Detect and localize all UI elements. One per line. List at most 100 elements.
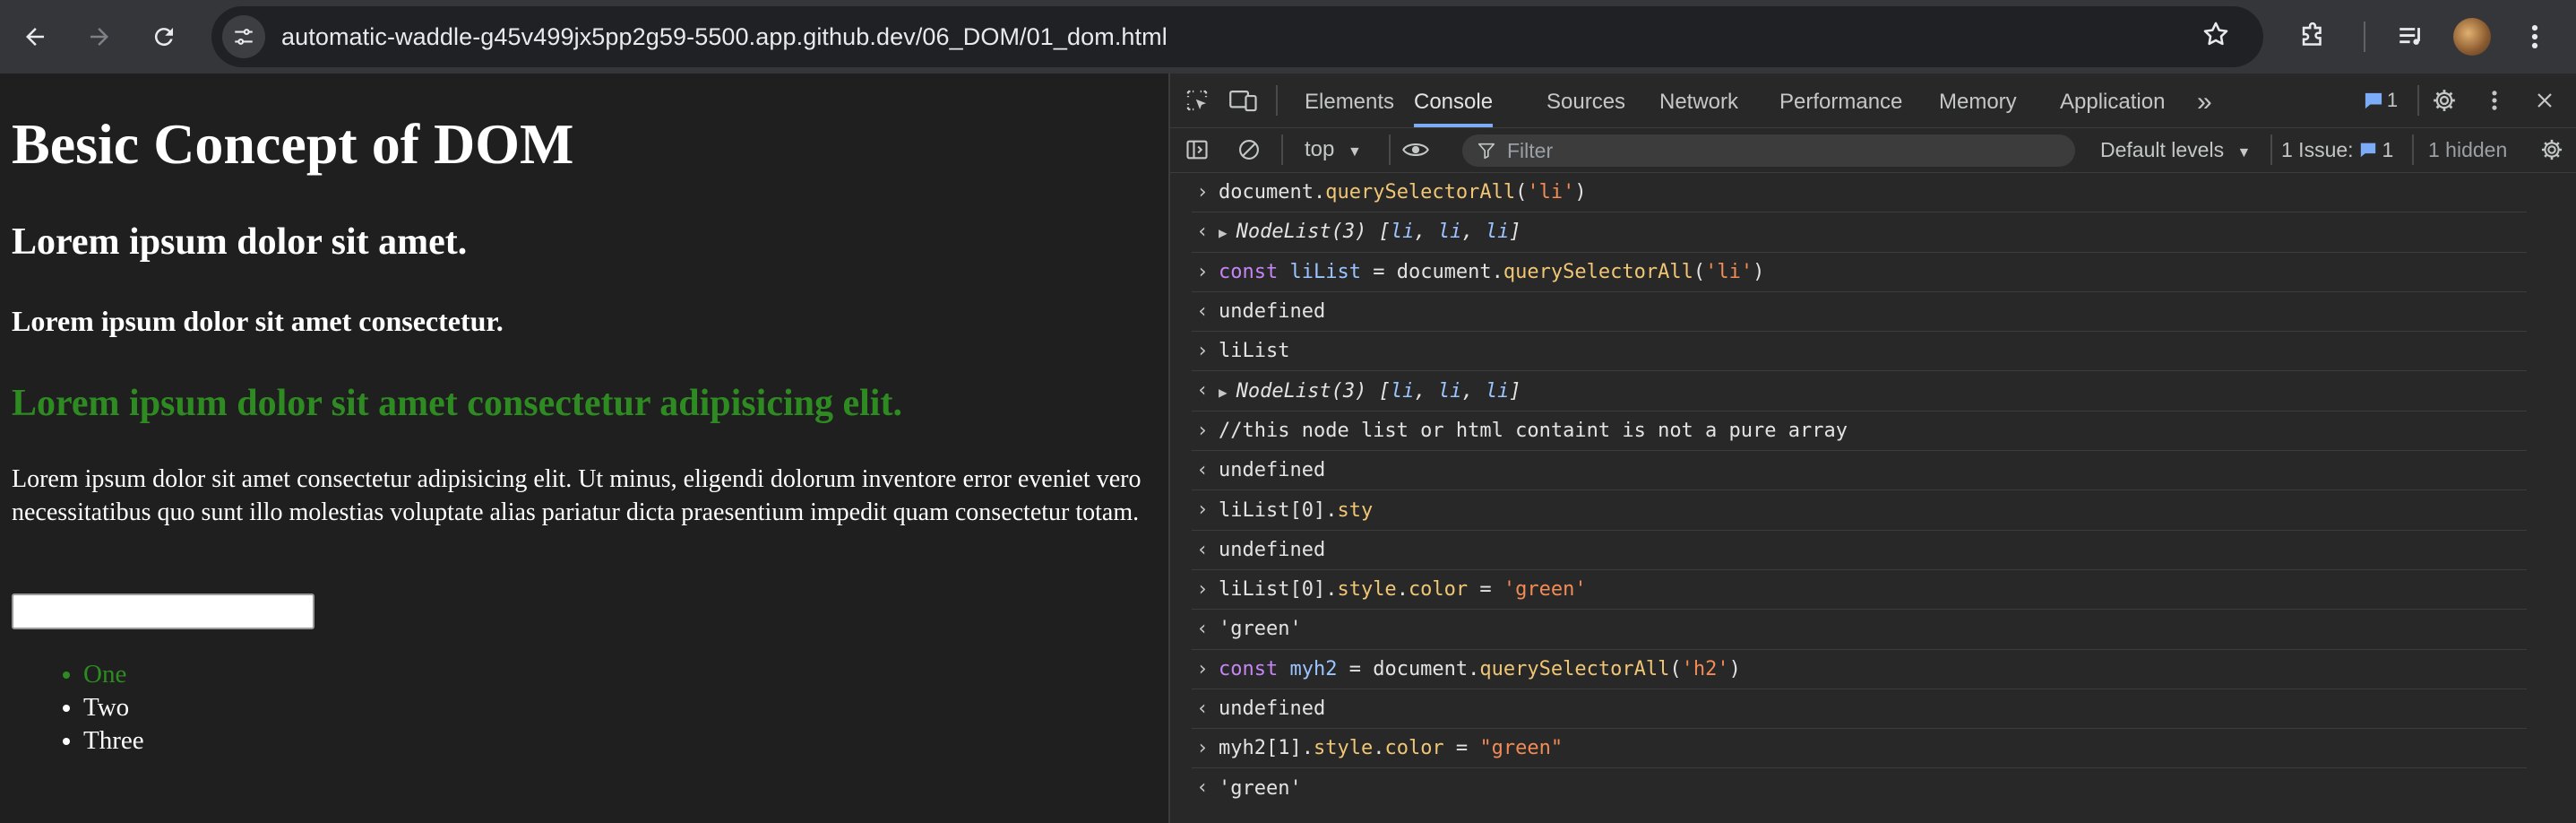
list-item: One bbox=[83, 658, 144, 691]
console-filter[interactable] bbox=[1462, 134, 2075, 167]
return-arrow-icon: ‹ bbox=[1196, 459, 1209, 482]
code-property: color bbox=[1408, 578, 1469, 602]
devtools-menu-icon[interactable] bbox=[2477, 82, 2512, 118]
subheading-2-green: Lorem ipsum dolor sit amet consectetur a… bbox=[12, 383, 902, 424]
undefined-result: undefined bbox=[1219, 459, 1326, 482]
expand-triangle-icon[interactable]: ▶ bbox=[1219, 224, 1228, 241]
chevron-right-icon: › bbox=[1196, 181, 1209, 204]
tab-memory[interactable]: Memory bbox=[1939, 74, 2017, 127]
return-arrow-icon: ‹ bbox=[1196, 618, 1209, 641]
console-input-row: › liList[0].style.color = 'green' bbox=[1192, 570, 2527, 611]
console-output-row: ‹ undefined bbox=[1192, 531, 2527, 570]
toolbar-divider bbox=[2364, 22, 2365, 52]
code-property: sty bbox=[1337, 498, 1374, 522]
clear-console-icon[interactable] bbox=[1231, 132, 1267, 168]
url-text[interactable]: automatic-waddle-g45v499jx5pp2g59-5500.a… bbox=[281, 23, 1167, 51]
console-output-row: ‹ ▶ NodeList(3) [li, li, li] bbox=[1192, 212, 2527, 253]
expand-triangle-icon[interactable]: ▶ bbox=[1219, 384, 1228, 401]
string-result: 'green' bbox=[1219, 618, 1302, 641]
tab-network[interactable]: Network bbox=[1659, 74, 1738, 127]
console-input-row: › liList bbox=[1192, 332, 2527, 372]
back-button[interactable] bbox=[9, 11, 61, 63]
filter-icon bbox=[1478, 143, 1495, 160]
tab-console[interactable]: Console bbox=[1414, 74, 1494, 127]
arrow-left-icon bbox=[26, 28, 44, 46]
nodelist-item: li bbox=[1390, 379, 1415, 403]
divider bbox=[2270, 134, 2272, 165]
messages-badge[interactable]: 1 bbox=[2358, 82, 2403, 118]
nodelist-item: li bbox=[1437, 221, 1462, 244]
log-levels-dropdown[interactable]: Default levels ▼ bbox=[2100, 127, 2251, 172]
site-info-button[interactable] bbox=[222, 15, 265, 58]
code-text: = document. bbox=[1337, 657, 1480, 680]
lorem-paragraph: Lorem ipsum dolor sit amet consectetur a… bbox=[12, 465, 1142, 526]
close-devtools-icon[interactable] bbox=[2527, 82, 2563, 118]
separator: , bbox=[1461, 379, 1486, 403]
nodelist-expandable[interactable]: ▶ NodeList(3) [li, li, li] bbox=[1219, 380, 1521, 403]
browser-menu-button[interactable] bbox=[2509, 11, 2561, 63]
separator: , bbox=[1461, 221, 1486, 244]
divider bbox=[1281, 134, 1283, 165]
nodelist-item: li bbox=[1390, 221, 1415, 244]
settings-gear-icon[interactable] bbox=[2426, 82, 2462, 118]
code-property: color bbox=[1384, 737, 1444, 760]
media-controls-button[interactable] bbox=[2385, 11, 2437, 63]
tune-icon bbox=[235, 29, 253, 45]
nodelist-end: ] bbox=[1509, 379, 1521, 403]
filter-input[interactable] bbox=[1505, 137, 2046, 164]
string-result: 'green' bbox=[1219, 776, 1302, 800]
tab-application[interactable]: Application bbox=[2060, 74, 2165, 127]
code-method: querySelectorAll bbox=[1325, 181, 1516, 204]
more-tabs-chevron-icon[interactable]: » bbox=[2197, 74, 2212, 127]
chevron-right-icon: › bbox=[1196, 340, 1209, 363]
arrow-right-icon bbox=[90, 28, 108, 46]
console-input-row: › const myh2 = document.querySelectorAll… bbox=[1192, 650, 2527, 689]
forward-button[interactable] bbox=[73, 11, 125, 63]
profile-avatar[interactable] bbox=[2446, 11, 2498, 63]
item-list: One Two Three bbox=[12, 658, 144, 758]
console-input-row: › document.querySelectorAll('li') bbox=[1192, 173, 2527, 213]
reload-button[interactable] bbox=[138, 11, 190, 63]
code-string: "green" bbox=[1479, 737, 1564, 760]
sidebar-toggle-icon[interactable] bbox=[1179, 132, 1215, 168]
return-arrow-icon: ‹ bbox=[1196, 299, 1209, 323]
code-text: . bbox=[1396, 578, 1409, 602]
code-method: querySelectorAll bbox=[1479, 657, 1670, 680]
nodelist-expandable[interactable]: ▶ NodeList(3) [li, li, li] bbox=[1219, 221, 1521, 243]
address-bar[interactable]: automatic-waddle-g45v499jx5pp2g59-5500.a… bbox=[211, 6, 2263, 67]
nodelist-label: NodeList(3) [ bbox=[1236, 221, 1391, 244]
nodelist-label: NodeList(3) [ bbox=[1236, 379, 1391, 403]
divider bbox=[2412, 134, 2414, 165]
code-text: ) bbox=[1728, 657, 1741, 680]
tab-elements[interactable]: Elements bbox=[1305, 74, 1394, 127]
code-text: ) bbox=[1753, 260, 1765, 283]
code-text: ) bbox=[1574, 181, 1587, 204]
inspect-element-icon[interactable] bbox=[1179, 82, 1215, 118]
text-input[interactable] bbox=[12, 593, 314, 629]
browser-toolbar: automatic-waddle-g45v499jx5pp2g59-5500.a… bbox=[0, 0, 2576, 74]
issues-button[interactable]: 1 Issue: 1 bbox=[2281, 127, 2393, 172]
extensions-button[interactable] bbox=[2287, 11, 2339, 63]
list-item: Three bbox=[83, 724, 144, 758]
context-selector[interactable]: top ▼ bbox=[1305, 127, 1362, 172]
playlist-icon bbox=[2399, 28, 2420, 45]
puzzle-icon bbox=[2302, 22, 2322, 46]
console-messages[interactable]: › document.querySelectorAll('li') ‹ ▶ Nod… bbox=[1170, 173, 2568, 823]
code-text: = document. bbox=[1360, 260, 1503, 283]
live-expression-eye-icon[interactable] bbox=[1398, 132, 1434, 168]
nodelist-item: li bbox=[1437, 379, 1462, 403]
device-toolbar-icon[interactable] bbox=[1226, 82, 1262, 118]
return-arrow-icon: ‹ bbox=[1196, 697, 1209, 720]
chevron-right-icon: › bbox=[1196, 737, 1209, 760]
console-output-row: ‹ undefined bbox=[1192, 689, 2527, 730]
chevron-right-icon: › bbox=[1196, 419, 1209, 442]
undefined-result: undefined bbox=[1219, 300, 1326, 324]
separator: , bbox=[1414, 221, 1438, 244]
console-settings-gear-icon[interactable] bbox=[2534, 132, 2570, 168]
tab-sources[interactable]: Sources bbox=[1546, 74, 1625, 127]
divider bbox=[1276, 85, 1278, 116]
tab-performance[interactable]: Performance bbox=[1779, 74, 1902, 127]
bookmark-star-icon[interactable] bbox=[2201, 19, 2231, 54]
console-output-row: ‹ ▶ NodeList(3) [li, li, li] bbox=[1192, 371, 2527, 412]
chevron-right-icon: › bbox=[1196, 498, 1209, 522]
